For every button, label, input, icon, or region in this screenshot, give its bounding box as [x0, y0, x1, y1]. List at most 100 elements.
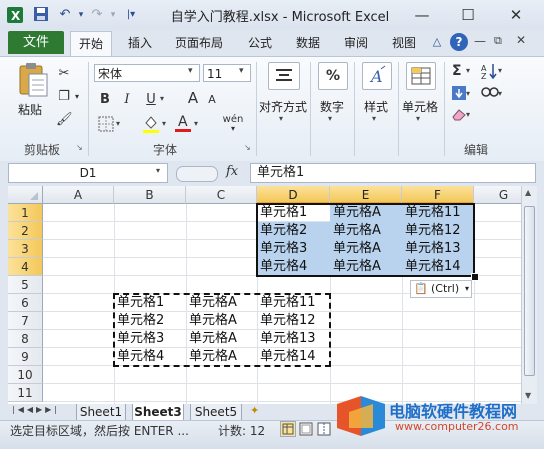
paste-button[interactable]: 粘贴	[18, 101, 42, 118]
phonetic-guide-icon[interactable]: wén ▾	[218, 114, 248, 133]
styles-dropdown-icon[interactable]: ▾	[372, 114, 376, 123]
find-dropdown-icon[interactable]: ▾	[498, 89, 502, 98]
underline-button[interactable]: U	[144, 91, 158, 109]
font-size-dropdown-icon[interactable]: ▾	[239, 66, 244, 76]
font-name-dropdown-icon[interactable]: ▾	[188, 66, 193, 76]
insert-function-button[interactable]: fx	[226, 164, 238, 179]
autosum-button[interactable]: Σ	[452, 63, 462, 79]
name-box-dropdown-icon[interactable]: ▾	[156, 166, 160, 175]
copy-icon[interactable]: ❐	[56, 88, 72, 106]
minimize-button[interactable]: —	[400, 2, 444, 28]
tab-view[interactable]: 视图	[384, 31, 424, 55]
row-header-4[interactable]: 4	[8, 258, 43, 276]
vertical-scrollbar[interactable]: ▲ ▼	[521, 186, 537, 404]
fill-color-icon[interactable]	[142, 114, 160, 134]
paste-options-button[interactable]: 📋 (Ctrl) ▾	[410, 280, 472, 298]
page-break-view-icon[interactable]	[316, 421, 332, 437]
paste-icon[interactable]	[16, 62, 50, 100]
alignment-icon[interactable]	[268, 62, 300, 90]
fill-dropdown-icon[interactable]: ▾	[466, 89, 470, 98]
cells-dropdown-icon[interactable]: ▾	[416, 114, 420, 123]
worksheet-grid[interactable]: A B C D E F G 1 2 3 4 5 6 7 8 9 10 11 单元…	[8, 186, 521, 404]
column-header-c[interactable]: C	[186, 186, 257, 204]
row-header-5[interactable]: 5	[8, 276, 43, 294]
bold-button[interactable]: B	[98, 91, 112, 109]
page-layout-view-icon[interactable]	[298, 421, 314, 437]
cut-icon[interactable]: ✂	[56, 65, 72, 83]
sheet-tab-sheet3[interactable]: Sheet3	[132, 404, 184, 421]
alignment-button[interactable]: 对齐方式	[258, 98, 308, 115]
fill-color-dropdown-icon[interactable]: ▾	[162, 119, 166, 128]
help-icon[interactable]: ?	[450, 33, 468, 51]
row-header-7[interactable]: 7	[8, 312, 43, 330]
tab-data[interactable]: 数据	[288, 31, 328, 55]
borders-icon[interactable]	[98, 116, 114, 132]
tab-review[interactable]: 审阅	[336, 31, 376, 55]
row-header-2[interactable]: 2	[8, 222, 43, 240]
scroll-up-icon[interactable]: ▲	[525, 188, 531, 197]
clear-dropdown-icon[interactable]: ▾	[466, 110, 470, 119]
name-box[interactable]: D1	[8, 163, 168, 183]
font-color-icon[interactable]: A	[174, 112, 192, 134]
redo-dropdown-icon[interactable]: ▾	[104, 6, 122, 24]
italic-button[interactable]: I	[120, 91, 134, 109]
maximize-button[interactable]: ☐	[446, 2, 490, 28]
close-button[interactable]: ✕	[494, 2, 538, 28]
clipboard-launcher-icon[interactable]: ↘	[76, 143, 83, 152]
doc-restore-icon[interactable]: ⧉	[494, 34, 502, 48]
row-header-1[interactable]: 1	[8, 204, 43, 222]
save-icon[interactable]	[32, 6, 50, 24]
row-header-3[interactable]: 3	[8, 240, 43, 258]
styles-button[interactable]: 样式	[360, 98, 392, 115]
select-all-corner[interactable]	[8, 186, 43, 204]
shrink-font-button[interactable]: A	[206, 91, 218, 109]
tab-home[interactable]: 开始	[70, 31, 112, 56]
tab-formulas[interactable]: 公式	[240, 31, 280, 55]
column-header-b[interactable]: B	[114, 186, 186, 204]
customize-toolbar-icon[interactable]: |▾	[122, 6, 140, 24]
cells-icon[interactable]	[406, 62, 436, 90]
font-color-dropdown-icon[interactable]: ▾	[194, 119, 198, 128]
fill-handle[interactable]	[471, 273, 479, 281]
scroll-thumb[interactable]	[524, 206, 535, 376]
column-header-e[interactable]: E	[330, 186, 402, 204]
number-dropdown-icon[interactable]: ▾	[328, 114, 332, 123]
copy-dropdown-icon[interactable]: ▾	[72, 88, 82, 106]
borders-dropdown-icon[interactable]: ▾	[116, 119, 120, 128]
row-header-10[interactable]: 10	[8, 366, 43, 384]
styles-icon[interactable]: A	[362, 62, 392, 90]
excel-logo-icon[interactable]: X	[6, 6, 24, 24]
normal-view-icon[interactable]	[280, 421, 296, 437]
grow-font-button[interactable]: A	[186, 89, 200, 107]
insert-sheet-icon[interactable]: ✦	[250, 404, 259, 417]
row-header-9[interactable]: 9	[8, 348, 43, 366]
tab-page-layout[interactable]: 页面布局	[168, 31, 230, 55]
collapse-ribbon-icon[interactable]: △	[430, 35, 444, 49]
row-header-8[interactable]: 8	[8, 330, 43, 348]
column-header-d[interactable]: D	[257, 186, 330, 204]
column-header-a[interactable]: A	[43, 186, 114, 204]
row-header-6[interactable]: 6	[8, 294, 43, 312]
doc-close-icon[interactable]: ✕	[516, 33, 526, 47]
number-button[interactable]: 数字	[316, 98, 348, 115]
sort-filter-icon[interactable]: AZ	[480, 62, 500, 81]
sheet-tab-sheet5[interactable]: Sheet5	[190, 404, 242, 421]
alignment-dropdown-icon[interactable]: ▾	[279, 114, 283, 123]
row-header-11[interactable]: 11	[8, 384, 43, 402]
tab-file[interactable]: 文件	[8, 31, 64, 54]
autosum-dropdown-icon[interactable]: ▾	[466, 66, 470, 75]
cells-button[interactable]: 单元格	[400, 98, 440, 115]
sort-dropdown-icon[interactable]: ▾	[498, 66, 502, 75]
underline-dropdown-icon[interactable]: ▾	[160, 94, 164, 103]
formula-input[interactable]: 单元格1	[250, 163, 536, 183]
sheet-tab-sheet1[interactable]: Sheet1	[76, 404, 126, 421]
sheet-nav-icons[interactable]: |◀◀▶▶|	[12, 405, 60, 414]
formula-splitter[interactable]	[176, 166, 218, 182]
number-format-icon[interactable]: %	[318, 62, 348, 90]
find-select-icon[interactable]	[480, 84, 500, 102]
font-name-select[interactable]: 宋体	[94, 64, 200, 82]
format-painter-icon[interactable]: 🖌	[56, 111, 73, 129]
column-header-f[interactable]: F	[402, 186, 474, 204]
tab-insert[interactable]: 插入	[120, 31, 160, 55]
font-launcher-icon[interactable]: ↘	[244, 143, 251, 152]
